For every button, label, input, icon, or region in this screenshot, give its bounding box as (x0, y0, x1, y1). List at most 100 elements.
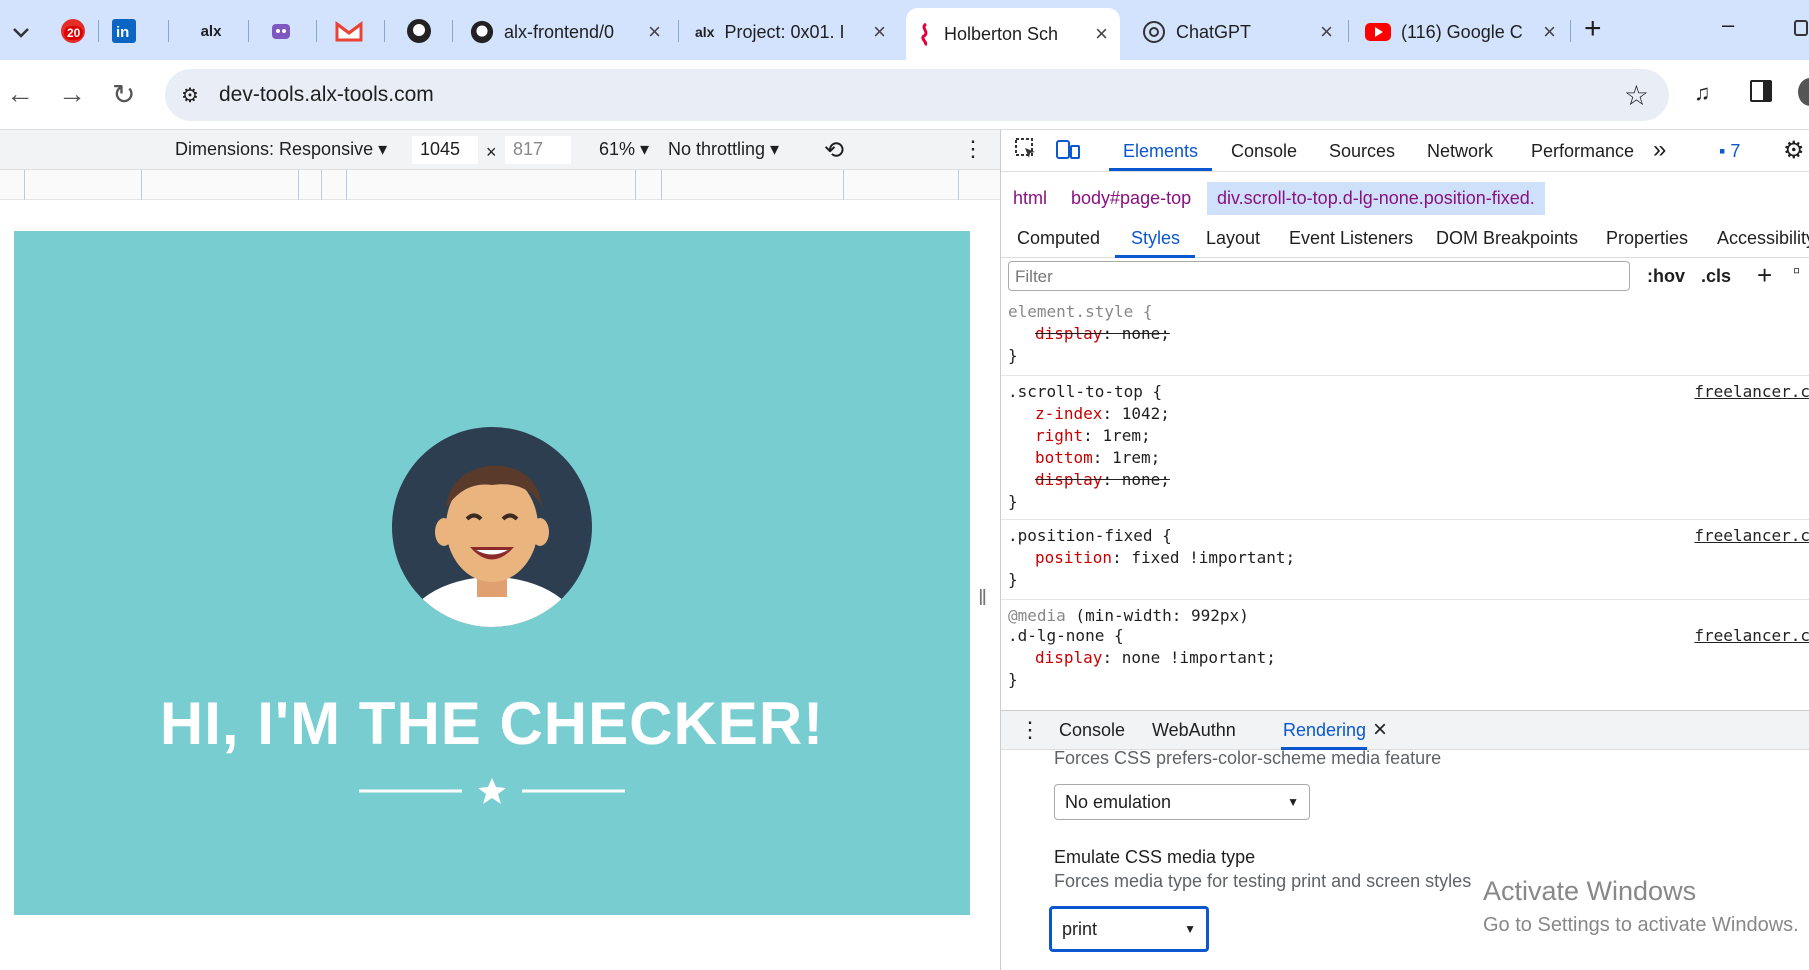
css-declaration[interactable]: display: none !important; (1035, 648, 1276, 667)
styles-filter-input[interactable]: Filter (1008, 261, 1630, 291)
pinned-tab-github[interactable] (398, 12, 440, 50)
chatgpt-icon (1143, 21, 1165, 43)
height-input[interactable]: 817 (505, 136, 571, 164)
tab-elements[interactable]: Elements (1123, 141, 1198, 162)
close-tab-icon[interactable]: × (1320, 19, 1333, 45)
side-panel-icon[interactable] (1750, 80, 1772, 102)
media-controls-icon[interactable]: ♫ (1694, 80, 1711, 106)
hov-toggle[interactable]: :hov (1647, 266, 1685, 287)
new-tab-button[interactable]: + (1584, 12, 1602, 46)
css-declaration[interactable]: right: 1rem; (1035, 426, 1151, 445)
drawer-menu-icon[interactable]: ⋮ (1019, 717, 1041, 743)
breadcrumb-html[interactable]: html (1013, 188, 1047, 209)
pinned-tab-gmail[interactable] (328, 12, 370, 50)
tab-alx-frontend[interactable]: alx-frontend/0 × (458, 10, 673, 54)
zoom-select[interactable]: 61% ▾ (599, 139, 649, 160)
tab-youtube[interactable]: (116) Google C × (1353, 10, 1568, 54)
tab-label: (116) Google C (1401, 21, 1523, 42)
site-info-icon[interactable]: ⚙ (181, 83, 199, 108)
device-toggle-icon[interactable] (1056, 138, 1080, 165)
drawer-tab-webauthn[interactable]: WebAuthn (1152, 720, 1236, 741)
dimensions-select[interactable]: Dimensions: Responsive ▾ (175, 139, 387, 160)
tab-strip: 20 in alx alx-frontend/0 × alx Project: … (0, 0, 1809, 60)
tab-search-chevron-icon[interactable] (0, 14, 42, 52)
pinned-tab-robot[interactable] (260, 12, 302, 50)
pinned-tab-linkedin[interactable]: in (103, 12, 145, 50)
times-symbol: × (486, 142, 497, 162)
tab-console[interactable]: Console (1231, 141, 1297, 162)
avatar[interactable] (1798, 78, 1809, 106)
tab-network[interactable]: Network (1427, 141, 1493, 162)
new-rule-icon[interactable]: + (1757, 260, 1772, 291)
subtab-computed[interactable]: Computed (1017, 228, 1100, 249)
css-declaration[interactable]: position: fixed !important; (1035, 548, 1295, 567)
subtab-styles[interactable]: Styles (1131, 228, 1180, 249)
tab-holberton[interactable]: Holberton Sch × (906, 8, 1120, 60)
subtab-dom-breakpoints[interactable]: DOM Breakpoints (1436, 228, 1578, 249)
close-tab-icon[interactable]: × (648, 19, 661, 45)
css-rule-scroll-to-top: .scroll-to-top { freelancer.c z-index: 1… (1001, 376, 1809, 520)
rendering-panel: Forces CSS prefers-color-scheme media fe… (1001, 748, 1809, 970)
subtab-properties[interactable]: Properties (1606, 228, 1688, 249)
css-rule-element-style: element.style { display: none; } (1001, 296, 1809, 376)
subtab-event-listeners[interactable]: Event Listeners (1289, 228, 1413, 249)
css-source-link[interactable]: freelancer.c (1694, 526, 1809, 545)
tab-chatgpt[interactable]: ChatGPT × (1130, 10, 1345, 54)
reload-icon[interactable]: ↻ (112, 78, 135, 111)
width-input[interactable]: 1045 (412, 136, 478, 164)
bookmark-star-icon[interactable]: ☆ (1624, 79, 1649, 112)
breadcrumb-body[interactable]: body#page-top (1071, 188, 1191, 209)
close-tab-icon[interactable]: × (1095, 21, 1108, 47)
css-selector: .position-fixed { (1008, 526, 1172, 545)
css-declaration[interactable]: display: none; (1035, 324, 1170, 343)
svg-text:in: in (116, 24, 129, 41)
issues-counter[interactable]: ▪ 7 (1719, 141, 1740, 162)
tab-label: Holberton Sch (944, 23, 1059, 44)
tab-project[interactable]: alx Project: 0x01. I × (683, 10, 898, 54)
css-rule-position-fixed: .position-fixed { freelancer.c position:… (1001, 520, 1809, 600)
holberton-icon (921, 22, 928, 46)
cls-toggle[interactable]: .cls (1701, 266, 1731, 287)
pinned-tab-calendar[interactable]: 20 (52, 12, 94, 50)
subtab-layout[interactable]: Layout (1206, 228, 1260, 249)
throttling-select[interactable]: No throttling ▾ (668, 139, 779, 160)
css-source-link[interactable]: freelancer.c (1694, 626, 1809, 645)
star-icon (478, 778, 506, 804)
media-query-ruler (0, 170, 1000, 200)
robot-icon (272, 24, 290, 39)
tab-separator (1570, 20, 1571, 42)
address-bar[interactable]: ⚙ dev-tools.alx-tools.com ☆ (165, 69, 1669, 121)
toggle-sidebar-icon[interactable]: ▫ (1793, 260, 1800, 283)
github-icon (470, 20, 494, 44)
settings-gear-icon[interactable]: ⚙ (1783, 136, 1805, 165)
close-tab-icon[interactable]: × (1543, 19, 1556, 45)
tab-sources[interactable]: Sources (1329, 141, 1395, 162)
close-tab-icon[interactable]: × (873, 19, 886, 45)
browser-toolbar: ← → ↻ ⚙ dev-tools.alx-tools.com ☆ ♫ (0, 60, 1809, 130)
close-drawer-icon[interactable]: × (1373, 716, 1387, 744)
tab-performance[interactable]: Performance (1531, 141, 1634, 162)
pinned-tab-alx[interactable]: alx (190, 12, 232, 50)
drawer-tab-rendering[interactable]: Rendering (1283, 720, 1366, 741)
breadcrumb-selected[interactable]: div.scroll-to-top.d-lg-none.position-fix… (1207, 182, 1545, 215)
minimize-button[interactable]: – (1722, 12, 1734, 38)
css-declaration[interactable]: bottom: 1rem; (1035, 448, 1160, 467)
more-tabs-icon[interactable]: » (1653, 136, 1666, 164)
viewport-resize-handle[interactable]: ‖ (978, 585, 987, 611)
gmail-icon (335, 21, 363, 42)
subtab-accessibility[interactable]: Accessibility (1717, 228, 1809, 249)
css-source-link[interactable]: freelancer.c (1694, 382, 1809, 401)
css-declaration[interactable]: display: none; (1035, 470, 1170, 489)
back-icon[interactable]: ← (6, 78, 34, 110)
inspect-element-icon[interactable] (1015, 138, 1037, 165)
css-declaration[interactable]: z-index: 1042; (1035, 404, 1170, 423)
media-type-select[interactable]: print ▼ (1049, 906, 1209, 952)
forward-icon[interactable]: → (58, 78, 86, 110)
rotate-icon[interactable]: ⟲ (824, 136, 844, 165)
url-text: dev-tools.alx-tools.com (219, 83, 434, 106)
drawer-tab-console[interactable]: Console (1059, 720, 1125, 741)
maximize-button[interactable] (1794, 20, 1808, 36)
select-value: No emulation (1065, 792, 1172, 812)
prefers-color-scheme-select[interactable]: No emulation ▼ (1054, 784, 1310, 820)
more-options-icon[interactable]: ⋮ (962, 136, 984, 162)
